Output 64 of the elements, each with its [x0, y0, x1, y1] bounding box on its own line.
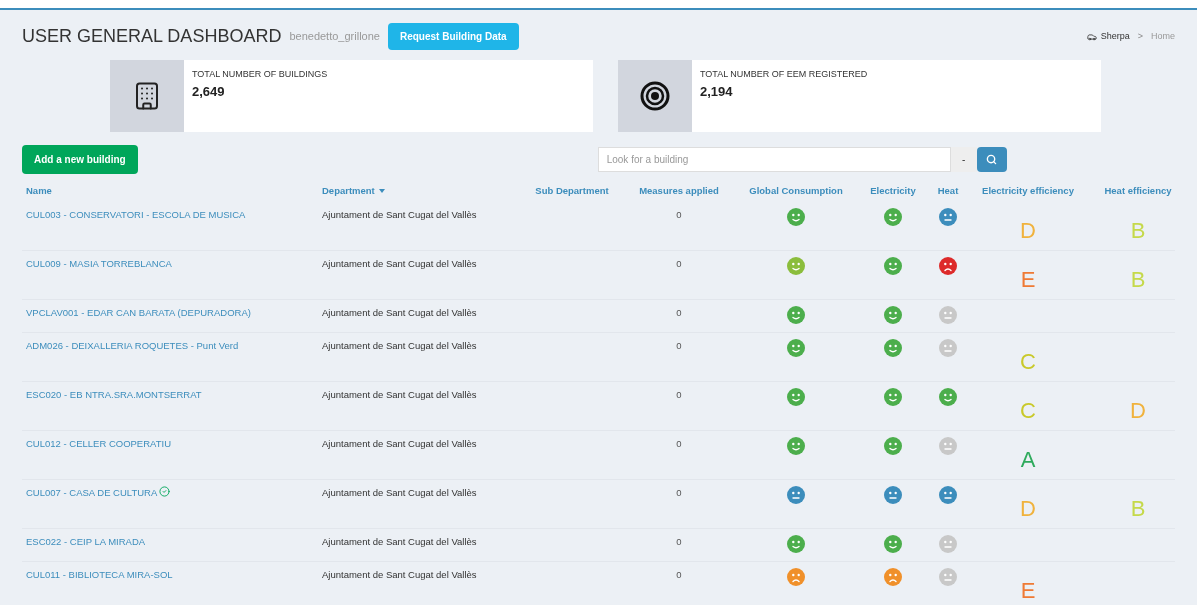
building-link[interactable]: CUL011 - BIBLIOTECA MIRA-SOL: [26, 568, 173, 583]
column-header[interactable]: Heat: [928, 183, 968, 199]
department-cell-text: Ajuntament de Sant Cugat del Vallès: [321, 535, 478, 549]
building-link[interactable]: ESC022 - CEIP LA MIRADA: [26, 535, 146, 550]
column-header[interactable]: Electricity: [858, 183, 928, 199]
building-link[interactable]: CUL012 - CELLER COOPERATIU: [26, 437, 171, 452]
department-cell-text: Ajuntament de Sant Cugat del Vallès: [321, 568, 478, 582]
breadcrumb-current: Home: [1151, 29, 1175, 43]
column-header[interactable]: Department: [318, 183, 520, 199]
efficiency-grade: D: [1019, 498, 1037, 523]
measures-cell-text: 0: [675, 437, 683, 451]
request-data-button[interactable]: Request Building Data: [387, 23, 519, 50]
column-header[interactable]: Name: [22, 183, 318, 199]
measures-cell-text: 0: [675, 535, 683, 549]
column-header[interactable]: Electricity efficiency: [968, 183, 1088, 199]
efficiency-grade: D: [1129, 400, 1147, 425]
efficiency-grade: D: [1019, 220, 1037, 245]
efficiency-grade: B: [1129, 498, 1147, 523]
column-header[interactable]: Measures applied: [624, 183, 734, 199]
add-building-button[interactable]: Add a new building: [22, 145, 138, 174]
department-cell-text: Ajuntament de Sant Cugat del Vallès: [321, 388, 478, 402]
page-title: USER GENERAL DASHBOARD: [22, 25, 282, 48]
department-cell-text: Ajuntament de Sant Cugat del Vallès: [321, 306, 478, 320]
search-field[interactable]: Look for a building: [597, 147, 951, 172]
measures-cell-text: 0: [675, 208, 683, 222]
search-icon: [986, 154, 998, 165]
username: benedetto_grillone: [289, 29, 380, 45]
sort-caret-icon: [378, 189, 385, 194]
efficiency-grade: C: [1019, 400, 1037, 425]
measures-cell-text: 0: [675, 568, 683, 582]
department-cell-text: Ajuntament de Sant Cugat del Vallès: [321, 486, 478, 500]
department-cell-text: Ajuntament de Sant Cugat del Vallès: [321, 339, 478, 353]
efficiency-grade: E: [1019, 269, 1037, 294]
department-cell-text: Ajuntament de Sant Cugat del Vallès: [321, 257, 478, 271]
stat-label: TOTAL NUMBER OF BUILDINGS: [192, 68, 328, 81]
measures-cell-text: 0: [675, 486, 683, 500]
target-icon: [640, 81, 670, 111]
department-cell-text: Ajuntament de Sant Cugat del Vallès: [321, 437, 478, 451]
breadcrumb-separator: >: [1136, 29, 1144, 43]
stat-value: 2,194: [700, 82, 734, 101]
stat-value: 2,649: [192, 82, 226, 101]
breadcrumb-link[interactable]: Sherpa: [1100, 29, 1130, 44]
building-link[interactable]: CUL003 - CONSERVATORI - ESCOLA DE MUSICA: [26, 208, 246, 223]
building-link[interactable]: CUL009 - MASIA TORREBLANCA: [26, 257, 172, 272]
column-header[interactable]: Heat efficiency: [1088, 183, 1188, 199]
department-cell-text: Ajuntament de Sant Cugat del Vallès: [321, 208, 478, 222]
measures-cell-text: 0: [675, 339, 683, 353]
measures-cell-text: 0: [675, 257, 683, 271]
column-header[interactable]: Sub Department: [520, 183, 624, 199]
measures-cell-text: 0: [675, 388, 683, 402]
building-link[interactable]: ESC020 - EB NTRA.SRA.MONTSERRAT: [26, 388, 202, 403]
building-link[interactable]: ADM026 - DEIXALLERIA ROQUETES - Punt Verd: [26, 339, 239, 354]
building-link[interactable]: VPCLAV001 - EDAR CAN BARATA (DEPURADORA): [26, 306, 251, 321]
search-button[interactable]: [976, 147, 1007, 172]
efficiency-grade: C: [1019, 351, 1037, 376]
search-dropdown[interactable]: -: [950, 147, 977, 172]
efficiency-grade: A: [1019, 449, 1037, 474]
efficiency-grade: E: [1019, 580, 1037, 605]
efficiency-grade: B: [1129, 269, 1147, 294]
building-link[interactable]: CUL007 - CASA DE CULTURA: [26, 486, 158, 501]
stat-label: TOTAL NUMBER OF EEM REGISTERED: [700, 68, 868, 81]
measures-cell-text: 0: [675, 306, 683, 320]
column-header[interactable]: Global Consumption: [734, 183, 858, 199]
efficiency-grade: B: [1129, 220, 1147, 245]
